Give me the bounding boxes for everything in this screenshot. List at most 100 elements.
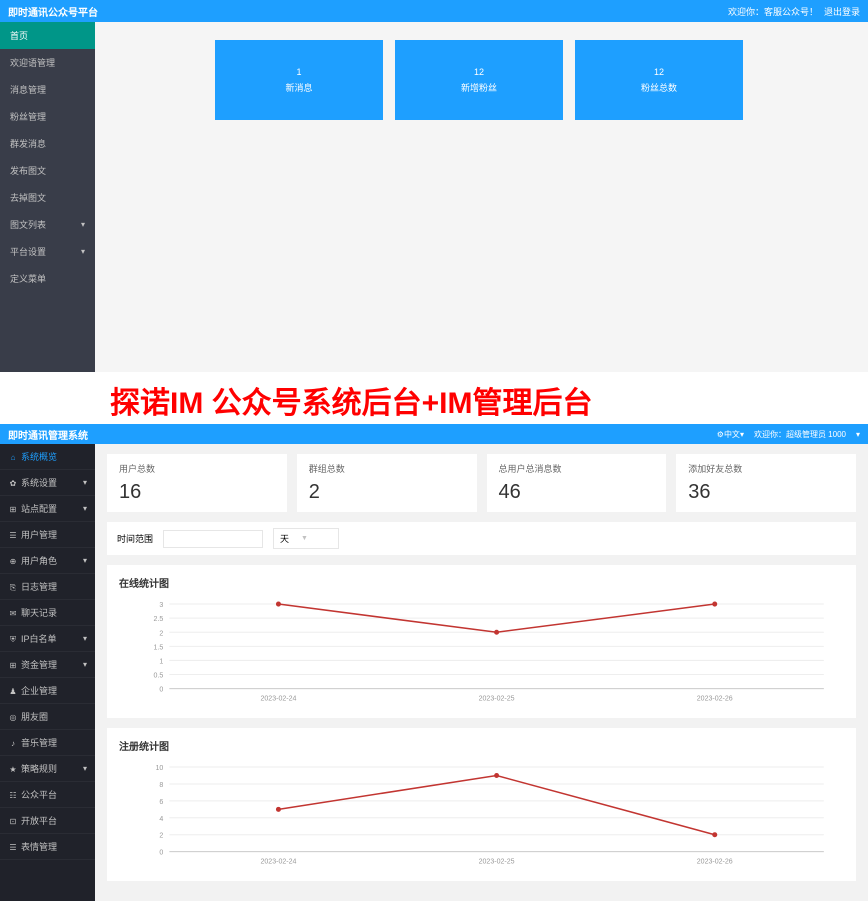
sys1-main: 1新消息 12 新增粉丝 12粉丝总数 [95,22,868,372]
sidebar-item[interactable]: 首页 [0,22,95,49]
chevron-down-icon: ▾ [83,504,87,513]
sidebar-item[interactable]: 发布图文 [0,157,95,184]
svg-text:2023-02-25: 2023-02-25 [479,696,515,703]
svg-text:2023-02-24: 2023-02-24 [260,696,296,703]
svg-text:4: 4 [159,816,163,823]
sys2-sidebar: ⌂系统概览✿系统设置▾⊞站点配置▾☰用户管理⊕用户角色▾⎘日志管理✉聊天记录⛨I… [0,444,95,901]
chevron-down-icon: ▼ [301,535,308,542]
sidebar-item-label: 音乐管理 [21,738,57,748]
sidebar-item[interactable]: ☰用户管理 [0,522,95,548]
sidebar-item-label: 用户角色 [21,556,57,566]
sidebar-item[interactable]: 定义菜单 [0,265,95,292]
menu-icon: ♪ [8,739,18,748]
stat-card: 用户总数 16 [107,454,287,512]
sidebar-item[interactable]: ⛨IP白名单▾ [0,626,95,652]
sidebar-item[interactable]: 欢迎语管理 [0,49,95,76]
sidebar-item-label: 定义菜单 [10,272,46,285]
sidebar-item[interactable]: ✉聊天记录 [0,600,95,626]
menu-icon: ⊕ [8,557,18,566]
menu-icon: ◎ [8,713,18,722]
menu-icon: ✿ [8,479,18,488]
stat-value: 46 [499,481,655,504]
sidebar-item[interactable]: ⊞资金管理▾ [0,652,95,678]
sidebar-item[interactable]: 群发消息 [0,130,95,157]
stat-card: 群组总数2 [297,454,477,512]
sidebar-item-label: 图文列表 [10,218,46,231]
svg-text:2023-02-25: 2023-02-25 [479,858,515,865]
sidebar-item-label: IP白名单 [21,634,57,644]
sidebar-item[interactable]: ☰表情管理 [0,834,95,860]
svg-text:2023-02-26: 2023-02-26 [697,858,733,865]
sidebar-item-label: 消息管理 [10,83,46,96]
sys1-body: 首页欢迎语管理消息管理粉丝管理群发消息发布图文去掉图文图文列表▾ 平台设置 ▾ 定义菜… [0,22,868,372]
lang-switch[interactable]: ⚙中文▾ [717,429,744,440]
sidebar-item[interactable]: 图文列表▾ [0,211,95,238]
sidebar-item[interactable]: ♪音乐管理 [0,730,95,756]
sidebar-item[interactable]: ⎘日志管理 [0,574,95,600]
sidebar-item[interactable]: 粉丝管理 [0,103,95,130]
combined-title: 探诺IM 公众号系统后台+IM管理后台 [0,372,868,424]
sidebar-item-label: 开放平台 [21,816,57,826]
sidebar-item[interactable]: ◎朋友圈 [0,704,95,730]
sys2-title: 即时通讯管理系统 [8,427,88,442]
register-chart: 02468102023-02-242023-02-252023-02-26 [119,759,844,870]
public-account-system: 即时通讯公众号平台 欢迎你：客服公众号！ 退出登录 首页欢迎语管理消息管理粉丝管… [0,0,868,372]
svg-text:6: 6 [159,799,163,806]
card-number: 12 [474,67,484,77]
filter-bar: 时间范围 天 ▼ [107,522,856,555]
sidebar-item-label: 群发消息 [10,137,46,150]
stat-value: 16 [119,481,275,504]
dashboard-card[interactable]: 12粉丝总数 [575,40,743,120]
gear-icon: ⚙ [717,430,724,439]
sidebar-item-label: 去掉图文 [10,191,46,204]
sidebar-item[interactable]: ☷公众平台 [0,782,95,808]
stat-label: 添加好友总数 [688,462,844,475]
dashboard-cards: 1新消息 12 新增粉丝 12粉丝总数 [215,40,868,120]
sidebar-item-label: 发布图文 [10,164,46,177]
sidebar-item[interactable]: ★策略规则▾ [0,756,95,782]
sidebar-item-label: 朋友圈 [21,712,48,722]
sidebar-item[interactable]: 平台设置 ▾ [0,238,95,265]
date-range-input[interactable] [163,530,263,548]
svg-text:0: 0 [159,687,163,694]
stat-label: 用户总数 [119,462,275,475]
sidebar-item[interactable]: ⊞站点配置▾ [0,496,95,522]
sidebar-item-label: 平台设置 [10,245,46,258]
sidebar-item[interactable]: ⊡开放平台 [0,808,95,834]
svg-text:2023-02-26: 2023-02-26 [697,696,733,703]
card-label: 新消息 [285,81,312,94]
svg-text:0: 0 [159,849,163,856]
sidebar-item[interactable]: ⊕用户角色▾ [0,548,95,574]
online-chart-card: 在线统计图 00.511.522.532023-02-242023-02-252… [107,565,856,718]
chevron-down-icon: ▾ [81,247,85,256]
svg-text:10: 10 [156,765,164,772]
stat-row: 用户总数 16 群组总数2总用户总消息数46 添加好友总数 36 [107,454,856,512]
card-label: 新增粉丝 [461,81,497,94]
user-dropdown-caret[interactable]: ▾ [856,430,860,439]
sys1-sidebar: 首页欢迎语管理消息管理粉丝管理群发消息发布图文去掉图文图文列表▾ 平台设置 ▾ 定义菜… [0,22,95,372]
logout-link[interactable]: 退出登录 [824,5,860,18]
unit-value: 天 [280,532,289,545]
chevron-down-icon: ▾ [83,634,87,643]
sidebar-item-label: 首页 [10,29,28,42]
sidebar-item[interactable]: ✿系统设置▾ [0,470,95,496]
sidebar-item-label: 系统设置 [21,478,57,488]
dashboard-card[interactable]: 1新消息 [215,40,383,120]
sys1-header: 即时通讯公众号平台 欢迎你：客服公众号！ 退出登录 [0,0,868,22]
stat-card: 总用户总消息数46 [487,454,667,512]
svg-text:1.5: 1.5 [154,644,164,651]
sidebar-item[interactable]: ♟企业管理 [0,678,95,704]
card-label: 粉丝总数 [641,81,677,94]
sidebar-item[interactable]: 去掉图文 [0,184,95,211]
unit-select[interactable]: 天 ▼ [273,528,339,549]
stat-value: 36 [688,481,844,504]
menu-icon: ⎘ [8,583,18,593]
dashboard-card[interactable]: 12 新增粉丝 [395,40,563,120]
menu-icon: ⊞ [8,661,18,670]
sidebar-item[interactable]: 消息管理 [0,76,95,103]
menu-icon: ⌂ [8,453,18,462]
sys1-title: 即时通讯公众号平台 [8,4,98,19]
sidebar-item[interactable]: ⌂系统概览 [0,444,95,470]
sidebar-item-label: 企业管理 [21,686,57,696]
welcome-text: 欢迎你：超级管理员 1000 [754,429,846,440]
